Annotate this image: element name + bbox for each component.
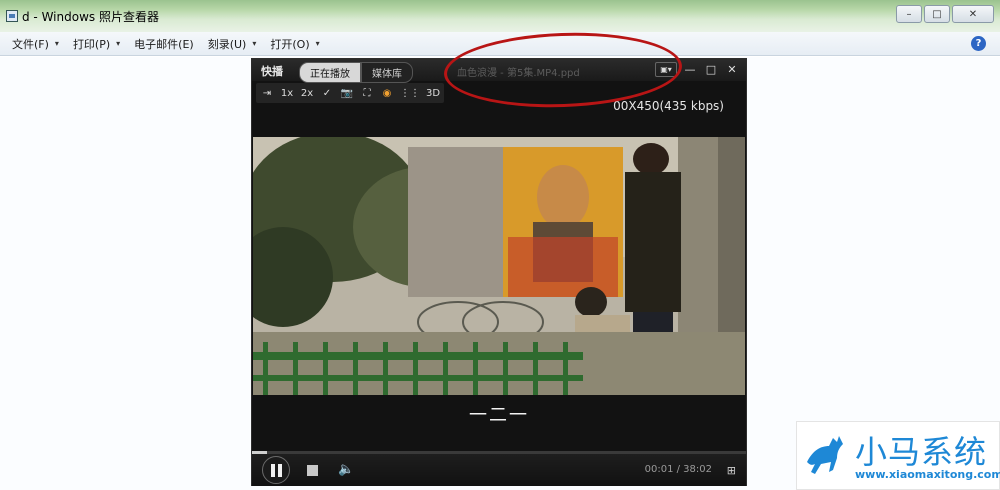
menu-burn[interactable]: 刻录(U) ▾	[208, 36, 257, 52]
watermark-title: 小马系统	[855, 433, 988, 471]
menu-open-label: 打开(O)	[270, 37, 310, 51]
checkmark-icon[interactable]: ✓	[320, 88, 334, 99]
menu-print-label: 打印(P)	[72, 37, 111, 51]
help-icon[interactable]: ?	[971, 36, 986, 51]
window-titlebar: d - Windows 照片查看器 – □ ✕	[0, 0, 1000, 32]
menu-print[interactable]: 打印(P) ▾	[73, 36, 120, 52]
menu-burn-label: 刻录(U)	[207, 37, 247, 51]
menu-file-label: 文件(F)	[12, 37, 49, 51]
window-controls: – □ ✕	[896, 5, 994, 23]
window-title: d - Windows 照片查看器	[22, 10, 159, 24]
menu-email-label: 电子邮件(E)	[134, 37, 194, 51]
watermark-logo: 小马系统 www.xiaomaxitong.com	[796, 421, 1000, 490]
pause-button[interactable]	[262, 456, 290, 484]
chevron-down-icon: ▾	[252, 39, 257, 48]
menu-open[interactable]: 打开(O) ▾	[270, 36, 319, 52]
settings-icon[interactable]: ⋮⋮	[400, 88, 420, 99]
menu-file[interactable]: 文件(F) ▾	[12, 36, 59, 52]
tab-media-library[interactable]: 媒体库	[361, 62, 413, 83]
player-minimize-button[interactable]: —	[682, 62, 698, 77]
qvod-player-window: 快播 正在播放 媒体库 血色浪漫 - 第5集.MP4.ppd ▣▾ — □ ✕ …	[251, 58, 747, 486]
minimize-button[interactable]: –	[896, 5, 922, 23]
pin-icon[interactable]: ⇥	[260, 88, 274, 99]
stop-button[interactable]	[307, 465, 318, 476]
chevron-down-icon: ▾	[315, 39, 320, 48]
chevron-down-icon: ▾	[116, 39, 121, 48]
video-subtitle: 一二一	[469, 405, 529, 426]
size-2x-button[interactable]: 2x	[300, 88, 314, 99]
photo-viewer-app-icon	[6, 10, 18, 22]
close-button[interactable]: ✕	[952, 5, 994, 23]
player-close-button[interactable]: ✕	[724, 62, 740, 77]
player-maximize-button[interactable]: □	[703, 62, 719, 77]
playlist-icon[interactable]: ⊞	[727, 464, 736, 477]
size-1x-button[interactable]: 1x	[280, 88, 294, 99]
maximize-button[interactable]: □	[924, 5, 950, 23]
pause-icon	[277, 463, 282, 477]
tab-now-playing[interactable]: 正在播放	[299, 62, 361, 83]
horse-logo-icon	[807, 436, 843, 474]
playback-time: 00:01 / 38:02	[644, 464, 712, 475]
player-logo: 快播	[261, 65, 283, 78]
3d-button[interactable]: 3D	[426, 88, 440, 99]
color-adjust-icon[interactable]: ◉	[380, 88, 394, 99]
menu-email[interactable]: 电子邮件(E)	[134, 36, 194, 52]
volume-icon[interactable]: 🔈	[338, 462, 354, 477]
chevron-down-icon: ▾	[54, 39, 59, 48]
player-tabs: 正在播放 媒体库	[299, 62, 413, 83]
player-controlbar: 🔈 00:01 / 38:02 ⊞	[252, 454, 746, 486]
camera-icon[interactable]: 📷	[340, 88, 354, 99]
player-toolbar: ⇥ 1x 2x ✓ 📷 ⛶ ◉ ⋮⋮ 3D	[256, 83, 445, 103]
video-frame[interactable]	[253, 137, 745, 395]
resolution-info: 00X450(435 kbps)	[613, 99, 724, 113]
pause-icon	[270, 463, 275, 477]
fullscreen-icon[interactable]: ⛶	[360, 88, 374, 99]
video-scene-image	[253, 137, 745, 395]
watermark-url: www.xiaomaxitong.com	[855, 468, 1000, 481]
